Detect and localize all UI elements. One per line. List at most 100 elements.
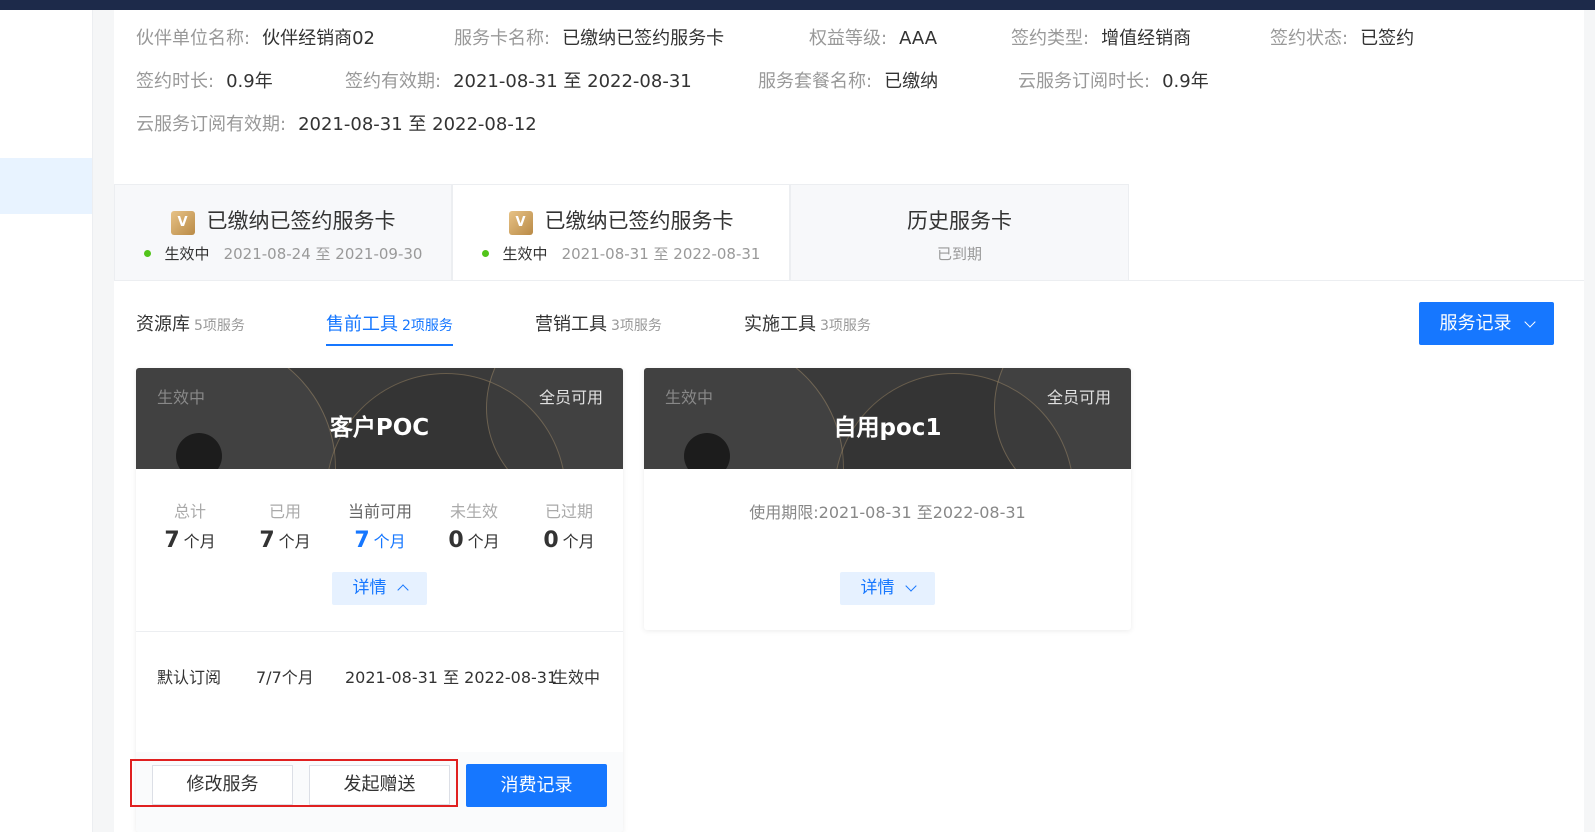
detail-toggle-button[interactable]: 详情 <box>840 572 935 605</box>
service-record-button[interactable]: 服务记录 <box>1419 302 1554 345</box>
info-item: 签约类型: 增值经销商 <box>1011 24 1191 50</box>
info-value: 已缴纳 <box>884 71 939 92</box>
card-tab-subtitle: 生效中 2021-08-31 至 2022-08-31 <box>453 243 789 264</box>
card-tab-subtitle: 已到期 <box>936 245 982 263</box>
consumption-record-button[interactable]: 消费记录 <box>466 764 607 807</box>
stat-number: 0 <box>448 528 464 553</box>
stat-value: 7 个月 <box>237 528 333 553</box>
stat-value: 7 个月 <box>332 528 428 553</box>
stat-value: 7 个月 <box>142 528 238 553</box>
info-item: 权益等级: AAA <box>809 24 937 50</box>
info-label: 签约有效期: <box>345 71 442 92</box>
history-card-tab[interactable]: 历史服务卡 已到期 <box>790 184 1129 281</box>
service-scope: 全员可用 <box>1046 388 1111 407</box>
detail-label: 详情 <box>352 578 387 598</box>
info-value: 0.9年 <box>1162 71 1209 92</box>
info-item: 服务套餐名称: 已缴纳 <box>758 67 938 93</box>
service-card-tab[interactable]: V 已缴纳已签约服务卡 生效中 2021-08-24 至 2021-09-30 <box>114 184 452 281</box>
stat-unit: 个月 <box>562 532 595 551</box>
tab-count: 5项服务 <box>194 318 245 334</box>
stat-unit: 个月 <box>278 532 311 551</box>
tab-count: 3项服务 <box>611 318 662 334</box>
info-label: 伙伴单位名称: <box>136 28 251 49</box>
info-item: 云服务订阅时长: 0.9年 <box>1018 67 1209 93</box>
status-dot-icon <box>143 250 151 257</box>
info-item: 签约时长: 0.9年 <box>136 67 273 93</box>
tab-label: 资源库 <box>136 314 190 335</box>
sidebar <box>0 10 93 832</box>
stat-label: 未生效 <box>449 502 498 521</box>
info-item: 伙伴单位名称: 伙伴经销商02 <box>136 24 375 50</box>
stat-value: 0 个月 <box>426 528 522 553</box>
top-navigation-bar <box>0 0 1595 10</box>
stat-unit: 个月 <box>467 532 500 551</box>
subscription-status: 生效中 <box>552 668 601 687</box>
stat-total: 总计 7 个月 <box>142 498 238 553</box>
service-scope: 全员可用 <box>538 388 603 407</box>
stat-not-effective: 未生效 0 个月 <box>426 498 522 553</box>
info-value: 增值经销商 <box>1101 28 1192 49</box>
tab-label: 营销工具 <box>535 314 607 335</box>
subscription-period: 2021-08-31 至 2022-08-31 <box>345 668 558 687</box>
info-value: 已缴纳已签约服务卡 <box>562 28 725 49</box>
detail-toggle-button[interactable]: 详情 <box>332 572 427 605</box>
usage-period: 使用期限:2021-08-31 至2022-08-31 <box>749 503 1026 522</box>
vip-badge-icon: V <box>508 211 533 235</box>
card-tab-title: V 已缴纳已签约服务卡 <box>115 205 451 235</box>
card-tab-status: 生效中 <box>164 245 210 263</box>
card-tab-title: V 已缴纳已签约服务卡 <box>453 205 789 235</box>
chevron-down-icon <box>1523 316 1536 328</box>
tab-marketing-tools[interactable]: 营销工具 3项服务 <box>535 310 662 346</box>
info-label: 签约状态: <box>1270 28 1349 49</box>
service-name: 客户POC <box>329 415 430 441</box>
status-dot-icon <box>481 250 489 257</box>
tab-resource-library[interactable]: 资源库 5项服务 <box>136 310 245 346</box>
info-label: 签约时长: <box>136 71 215 92</box>
info-label: 服务卡名称: <box>454 28 551 49</box>
service-card-self-poc: 生效中 全员可用 自用poc1 使用期限:2021-08-31 至2022-08… <box>644 368 1131 630</box>
tab-implementation-tools[interactable]: 实施工具 3项服务 <box>744 310 871 346</box>
stat-value: 0 个月 <box>521 528 617 553</box>
tab-presales-tools[interactable]: 售前工具 2项服务 <box>326 310 453 346</box>
partner-info-panel: 伙伴单位名称: 伙伴经销商02 服务卡名称: 已缴纳已签约服务卡 权益等级: AAA … <box>114 10 1584 162</box>
service-status: 生效中 <box>157 388 206 407</box>
service-card-header: 生效中 全员可用 客户POC <box>136 368 623 469</box>
subscription-usage: 7/7个月 <box>256 668 314 687</box>
vip-badge-icon: V <box>170 211 195 235</box>
stat-label: 已用 <box>268 502 301 521</box>
info-value: 已签约 <box>1360 28 1415 49</box>
card-tab-name: 已缴纳已签约服务卡 <box>206 209 396 233</box>
info-item: 签约状态: 已签约 <box>1270 24 1414 50</box>
stat-unit: 个月 <box>373 532 406 551</box>
tab-divider <box>114 280 1584 281</box>
info-value: 0.9年 <box>226 71 273 92</box>
info-label: 签约类型: <box>1011 28 1090 49</box>
service-card-header: 生效中 全员可用 自用poc1 <box>644 368 1131 469</box>
service-card-area: V 已缴纳已签约服务卡 生效中 2021-08-24 至 2021-09-30 V已… <box>114 162 1584 832</box>
chevron-up-icon <box>396 584 409 596</box>
stat-label: 总计 <box>173 502 206 521</box>
stat-label: 当前可用 <box>347 502 412 521</box>
info-value: 2021-08-31 至 2022-08-12 <box>298 114 537 135</box>
card-tab-period: 2021-08-31 至 2022-08-31 <box>561 245 761 263</box>
info-item: 服务卡名称: 已缴纳已签约服务卡 <box>454 24 724 50</box>
stat-number: 0 <box>543 528 559 553</box>
service-record-label: 服务记录 <box>1439 313 1512 334</box>
chevron-down-icon <box>904 580 917 592</box>
info-label: 云服务订阅有效期: <box>136 114 287 135</box>
service-card-tab-active[interactable]: V 已缴纳已签约服务卡 生效中 2021-08-31 至 2022-08-31 <box>452 184 790 281</box>
stat-label: 已过期 <box>544 502 593 521</box>
info-item: 签约有效期: 2021-08-31 至 2022-08-31 <box>345 67 692 93</box>
stat-available: 当前可用 7 个月 <box>332 498 428 553</box>
service-status: 生效中 <box>665 388 714 407</box>
stat-expired: 已过期 0 个月 <box>521 498 617 553</box>
tab-label: 售前工具 <box>326 314 398 335</box>
stat-number: 7 <box>164 528 180 553</box>
tab-label: 实施工具 <box>744 314 816 335</box>
subscription-name: 默认订阅 <box>157 668 222 687</box>
info-label: 云服务订阅时长: <box>1018 71 1151 92</box>
stat-number: 7 <box>259 528 275 553</box>
info-item: 云服务订阅有效期: 2021-08-31 至 2022-08-12 <box>136 110 537 136</box>
tab-count: 2项服务 <box>402 318 453 334</box>
sidebar-item-active[interactable] <box>0 158 92 214</box>
